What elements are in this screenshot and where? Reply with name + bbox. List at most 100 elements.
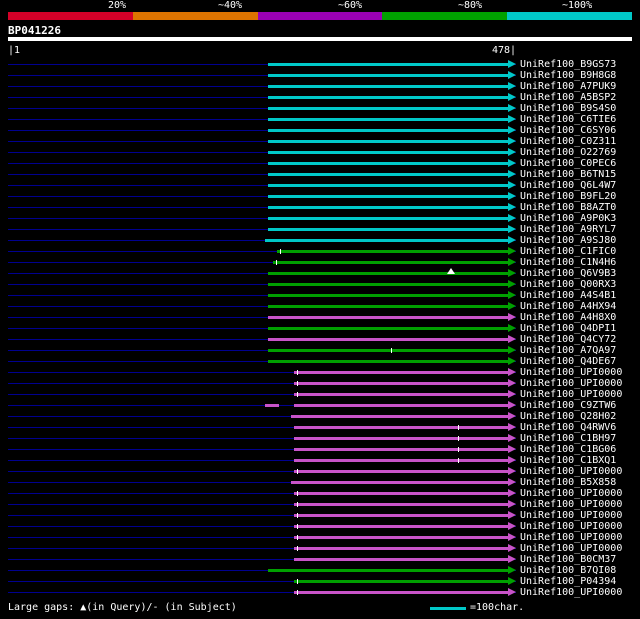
hit-bar[interactable] bbox=[293, 470, 508, 473]
hit-bar-segment[interactable] bbox=[265, 404, 280, 407]
hit-label[interactable]: UniRef100_UPI0000 bbox=[520, 389, 622, 400]
hit-label[interactable]: UniRef100_A4HX94 bbox=[520, 301, 616, 312]
hit-label[interactable]: UniRef100_B9H8G8 bbox=[520, 70, 616, 81]
hit-bar[interactable] bbox=[268, 118, 508, 121]
hit-bar[interactable] bbox=[290, 481, 508, 484]
hit-label[interactable]: UniRef100_B0CM37 bbox=[520, 554, 616, 565]
hit-label[interactable]: UniRef100_Q6L4W7 bbox=[520, 180, 616, 191]
hit-label[interactable]: UniRef100_B5X858 bbox=[520, 477, 616, 488]
hit-label[interactable]: UniRef100_C1BXQ1 bbox=[520, 455, 616, 466]
hit-bar[interactable] bbox=[293, 558, 508, 561]
hit-bar[interactable] bbox=[293, 591, 508, 594]
hit-bar[interactable] bbox=[293, 371, 508, 374]
hit-bar[interactable] bbox=[268, 305, 508, 308]
hit-bar[interactable] bbox=[293, 536, 508, 539]
hit-label[interactable]: UniRef100_A4H8X0 bbox=[520, 312, 616, 323]
hit-label[interactable]: UniRef100_UPI0000 bbox=[520, 510, 622, 521]
hit-bar[interactable] bbox=[268, 294, 508, 297]
hit-label[interactable]: UniRef100_A7PUK9 bbox=[520, 81, 616, 92]
hit-bar[interactable] bbox=[293, 437, 508, 440]
hit-bar[interactable] bbox=[293, 382, 508, 385]
hit-bar[interactable] bbox=[268, 338, 508, 341]
hit-label[interactable]: UniRef100_UPI0000 bbox=[520, 521, 622, 532]
hit-label[interactable]: UniRef100_A9RYL7 bbox=[520, 224, 616, 235]
hit-label[interactable]: UniRef100_UPI0000 bbox=[520, 587, 622, 598]
hit-bar[interactable] bbox=[268, 360, 508, 363]
hit-bar[interactable] bbox=[268, 96, 508, 99]
hit-label[interactable]: UniRef100_A5BSP2 bbox=[520, 92, 616, 103]
hit-bar[interactable] bbox=[293, 426, 508, 429]
hit-bar[interactable] bbox=[268, 569, 508, 572]
hit-label[interactable]: UniRef100_C9ZTW6 bbox=[520, 400, 616, 411]
hit-bar[interactable] bbox=[272, 261, 508, 264]
hit-label[interactable]: UniRef100_B9S4S0 bbox=[520, 103, 616, 114]
hit-label[interactable]: UniRef100_B7QI08 bbox=[520, 565, 616, 576]
hit-label[interactable]: UniRef100_A4S4B1 bbox=[520, 290, 616, 301]
hit-bar[interactable] bbox=[268, 206, 508, 209]
hit-label[interactable]: UniRef100_C1BG06 bbox=[520, 444, 616, 455]
hit-bar[interactable] bbox=[268, 272, 508, 275]
hit-label[interactable]: UniRef100_UPI0000 bbox=[520, 532, 622, 543]
hit-label[interactable]: UniRef100_UPI0000 bbox=[520, 378, 622, 389]
hit-bar[interactable] bbox=[293, 525, 508, 528]
hit-label[interactable]: UniRef100_C6SY06 bbox=[520, 125, 616, 136]
hit-label[interactable]: UniRef100_P04394 bbox=[520, 576, 616, 587]
hit-bar[interactable] bbox=[293, 448, 508, 451]
hit-bar[interactable] bbox=[268, 140, 508, 143]
hit-label[interactable]: UniRef100_C1N4H6 bbox=[520, 257, 616, 268]
hit-bar[interactable] bbox=[268, 63, 508, 66]
hit-bar[interactable] bbox=[268, 107, 508, 110]
hit-label[interactable]: UniRef100_B9FL20 bbox=[520, 191, 616, 202]
hit-bar[interactable] bbox=[276, 250, 508, 253]
hit-bar[interactable] bbox=[293, 393, 508, 396]
hit-label[interactable]: UniRef100_B6TN15 bbox=[520, 169, 616, 180]
hit-bar[interactable] bbox=[293, 492, 508, 495]
hit-bar[interactable] bbox=[293, 547, 508, 550]
hit-bar[interactable] bbox=[265, 239, 508, 242]
hit-bar[interactable] bbox=[268, 316, 508, 319]
hit-bar[interactable] bbox=[268, 74, 508, 77]
hit-label[interactable]: UniRef100_A9SJ80 bbox=[520, 235, 616, 246]
hit-label[interactable]: UniRef100_Q4DE67 bbox=[520, 356, 616, 367]
hit-label[interactable]: UniRef100_UPI0000 bbox=[520, 499, 622, 510]
hit-bar[interactable] bbox=[293, 404, 508, 407]
hit-label[interactable]: UniRef100_C6TIE6 bbox=[520, 114, 616, 125]
hit-bar[interactable] bbox=[268, 195, 508, 198]
hit-label[interactable]: UniRef100_UPI0000 bbox=[520, 466, 622, 477]
hit-label[interactable]: UniRef100_O22769 bbox=[520, 147, 616, 158]
hit-bar[interactable] bbox=[268, 283, 508, 286]
hit-bar[interactable] bbox=[268, 349, 508, 352]
hit-bar[interactable] bbox=[293, 580, 508, 583]
hit-bar-arrowhead-icon bbox=[508, 500, 516, 508]
hit-label[interactable]: UniRef100_A7QA97 bbox=[520, 345, 616, 356]
hit-label[interactable]: UniRef100_B8AZT0 bbox=[520, 202, 616, 213]
hit-label[interactable]: UniRef100_UPI0000 bbox=[520, 367, 622, 378]
hit-label[interactable]: UniRef100_B9GS73 bbox=[520, 59, 616, 70]
hit-label[interactable]: UniRef100_UPI0000 bbox=[520, 488, 622, 499]
hit-label[interactable]: UniRef100_UPI0000 bbox=[520, 543, 622, 554]
hit-bar[interactable] bbox=[268, 228, 508, 231]
hit-label[interactable]: UniRef100_C1FIC0 bbox=[520, 246, 616, 257]
hit-bar[interactable] bbox=[268, 162, 508, 165]
hit-bar[interactable] bbox=[293, 503, 508, 506]
hit-bar[interactable] bbox=[268, 151, 508, 154]
hit-label[interactable]: UniRef100_Q28H02 bbox=[520, 411, 616, 422]
hit-label[interactable]: UniRef100_C1BH97 bbox=[520, 433, 616, 444]
hit-label[interactable]: UniRef100_A9P0K3 bbox=[520, 213, 616, 224]
hit-bar[interactable] bbox=[268, 173, 508, 176]
hit-label[interactable]: UniRef100_Q4CY72 bbox=[520, 334, 616, 345]
hit-label[interactable]: UniRef100_C0Z311 bbox=[520, 136, 616, 147]
hit-label[interactable]: UniRef100_Q00RX3 bbox=[520, 279, 616, 290]
hit-bar[interactable] bbox=[293, 459, 508, 462]
hit-label[interactable]: UniRef100_Q4RWV6 bbox=[520, 422, 616, 433]
hit-label[interactable]: UniRef100_C0PEC6 bbox=[520, 158, 616, 169]
hit-label[interactable]: UniRef100_Q6V9B3 bbox=[520, 268, 616, 279]
hit-bar[interactable] bbox=[268, 184, 508, 187]
hit-label[interactable]: UniRef100_Q4DPI1 bbox=[520, 323, 616, 334]
hit-bar[interactable] bbox=[268, 85, 508, 88]
hit-bar[interactable] bbox=[268, 217, 508, 220]
hit-bar[interactable] bbox=[268, 129, 508, 132]
hit-bar[interactable] bbox=[268, 327, 508, 330]
hit-bar[interactable] bbox=[290, 415, 508, 418]
hit-bar[interactable] bbox=[293, 514, 508, 517]
